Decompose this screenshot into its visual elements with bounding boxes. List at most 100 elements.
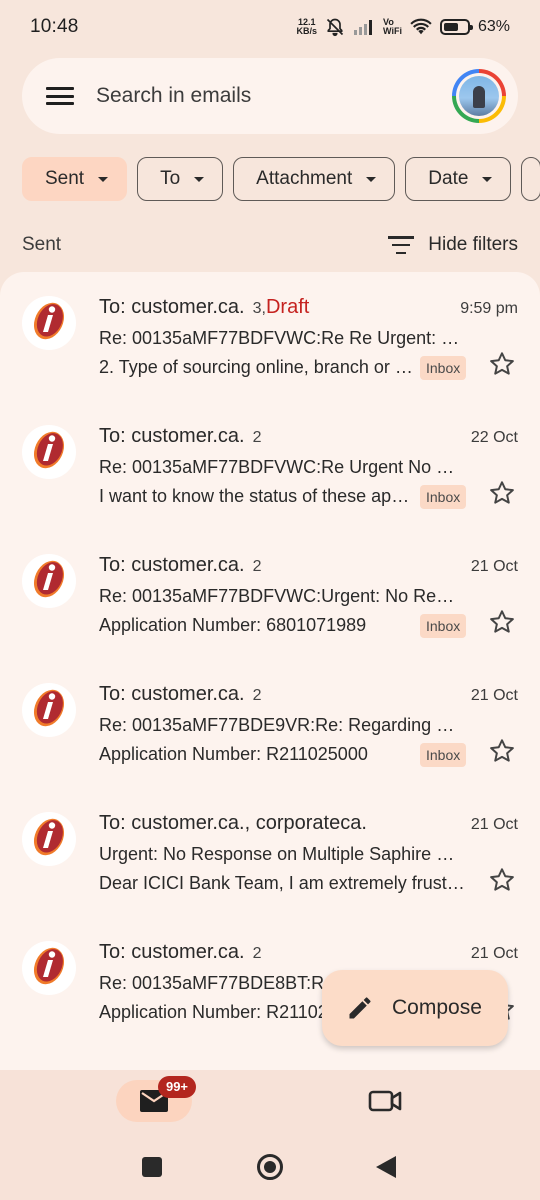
- recipients-text: To: customer.ca.: [99, 554, 245, 576]
- email-subject: Re: 00135aMF77BDFVWC:Re Urgent No Respon…: [99, 457, 463, 477]
- signal-icon: [354, 20, 373, 35]
- compose-label: Compose: [392, 996, 482, 1019]
- email-subject: Urgent: No Response on Multiple Saphire …: [99, 844, 463, 864]
- thread-count: 2: [252, 429, 262, 446]
- email-subject: Re: 00135aMF77BDFVWC:Re Re Urgent: No Re…: [99, 328, 463, 348]
- thread-count: 2: [252, 945, 262, 962]
- recipients-text: To: customer.ca., corporateca.: [99, 812, 367, 834]
- sender-avatar[interactable]: [22, 683, 76, 737]
- star-icon[interactable]: [488, 479, 516, 507]
- filter-icon: [388, 236, 415, 254]
- status-icons: 12.1 KB/s Vo WiFi 63%: [297, 17, 510, 37]
- recipients-text: To: customer.ca.: [99, 296, 245, 318]
- compose-button[interactable]: Compose: [322, 970, 508, 1046]
- email-date: 22 Oct: [470, 429, 518, 446]
- caret-down-icon: [366, 176, 377, 182]
- caret-down-icon: [98, 176, 109, 182]
- email-snippet: Application Number: 6801071989: [99, 615, 367, 635]
- email-recipients: To: customer.ca., corporateca.: [99, 812, 375, 835]
- email-row[interactable]: To: customer.ca. 2 21 Oct Re: 00135aMF77BDE…: [0, 659, 540, 788]
- status-time: 10:48: [30, 16, 79, 37]
- profile-photo: [459, 76, 499, 116]
- email-recipients: To: customer.ca. 2: [99, 683, 262, 706]
- sender-avatar[interactable]: [22, 941, 76, 995]
- menu-icon[interactable]: [46, 85, 74, 107]
- email-date: 21 Oct: [470, 816, 518, 833]
- bell-off-icon: [326, 18, 344, 37]
- chip-more[interactable]: [521, 157, 540, 201]
- chip-date[interactable]: Date: [405, 157, 512, 201]
- email-snippet: Dear ICICI Bank Team, I am extremely fru…: [99, 873, 467, 893]
- email-recipients: To: customer.ca. 2: [99, 554, 262, 577]
- icici-logo-icon: [27, 428, 71, 477]
- battery-icon: [439, 19, 473, 35]
- email-recipients: To: customer.ca. 3,Draft: [99, 296, 309, 319]
- thread-count: 3,: [252, 300, 266, 317]
- email-date: 9:59 pm: [460, 300, 518, 317]
- pencil-icon: [349, 997, 371, 1019]
- inbox-label-badge: Inbox: [420, 614, 467, 638]
- icici-logo-icon: [27, 686, 71, 735]
- email-subject: Re: 00135aMF77BDE9VR:Re: Regarding appli…: [99, 715, 463, 735]
- video-camera-icon[interactable]: [368, 1088, 402, 1114]
- email-subject: Re: 00135aMF77BDFVWC:Urgent: No Response…: [99, 586, 463, 606]
- email-snippet: 2. Type of sourcing online, branch or ag…: [99, 357, 413, 377]
- unread-badge: 99+: [158, 1076, 196, 1098]
- account-avatar[interactable]: [452, 69, 506, 123]
- home-button[interactable]: [257, 1154, 283, 1180]
- chip-attachment[interactable]: Attachment: [233, 157, 396, 201]
- thread-count: 2: [252, 558, 262, 575]
- recipients-text: To: customer.ca.: [99, 425, 245, 447]
- sender-avatar[interactable]: [22, 296, 76, 350]
- email-recipients: To: customer.ca. 2: [99, 941, 262, 964]
- recents-button[interactable]: [142, 1157, 162, 1177]
- vowifi-indicator: Vo WiFi: [383, 17, 402, 36]
- draft-label: Draft: [265, 296, 310, 318]
- bottom-nav: 99+: [0, 1070, 540, 1132]
- email-row[interactable]: To: customer.ca. 2 22 Oct Re: 00135aMF77BDF…: [0, 401, 540, 530]
- email-date: 21 Oct: [470, 945, 518, 962]
- email-list: To: customer.ca. 3,Draft 9:59 pm Re: 00135a…: [0, 272, 540, 1070]
- folder-row: Sent Hide filters: [22, 228, 518, 262]
- caret-down-icon: [194, 176, 205, 182]
- chip-to[interactable]: To: [137, 157, 224, 201]
- inbox-label-badge: Inbox: [420, 356, 467, 380]
- hide-filters-button[interactable]: Hide filters: [388, 234, 518, 256]
- network-speed: 12.1 KB/s: [296, 17, 318, 36]
- thread-count: 2: [252, 687, 262, 704]
- email-snippet: I want to know the status of these appli…: [99, 486, 413, 506]
- sender-avatar[interactable]: [22, 554, 76, 608]
- email-row[interactable]: To: customer.ca., corporateca. 21 Oct Urge…: [0, 788, 540, 917]
- email-row[interactable]: To: customer.ca. 2 21 Oct Re: 00135aMF77BDF…: [0, 530, 540, 659]
- sender-avatar[interactable]: [22, 812, 76, 866]
- star-icon[interactable]: [488, 608, 516, 636]
- status-bar: 10:48 12.1 KB/s Vo WiFi 63%: [0, 0, 540, 54]
- wifi-icon: [410, 18, 432, 35]
- email-date: 21 Oct: [470, 558, 518, 575]
- email-recipients: To: customer.ca. 2: [99, 425, 262, 448]
- inbox-label-badge: Inbox: [420, 485, 467, 509]
- sender-avatar[interactable]: [22, 425, 76, 479]
- chip-sent[interactable]: Sent: [22, 157, 128, 201]
- icici-logo-icon: [27, 944, 71, 993]
- star-icon[interactable]: [488, 737, 516, 765]
- battery-percent: 63%: [477, 18, 510, 35]
- search-bar[interactable]: Search in emails: [22, 58, 518, 134]
- icici-logo-icon: [27, 299, 71, 348]
- inbox-label-badge: Inbox: [420, 743, 467, 767]
- search-input[interactable]: Search in emails: [96, 84, 251, 108]
- system-nav-bar: [0, 1132, 540, 1200]
- email-date: 21 Oct: [470, 687, 518, 704]
- back-button[interactable]: [376, 1156, 396, 1178]
- filter-chips: Sent To Attachment Date: [22, 157, 540, 201]
- email-row[interactable]: To: customer.ca. 3,Draft 9:59 pm Re: 00135a…: [0, 272, 540, 401]
- icici-logo-icon: [27, 815, 71, 864]
- recipients-text: To: customer.ca.: [99, 941, 245, 963]
- star-icon[interactable]: [488, 350, 516, 378]
- star-icon[interactable]: [488, 866, 516, 894]
- folder-label: Sent: [22, 234, 62, 255]
- icici-logo-icon: [27, 557, 71, 606]
- caret-down-icon: [482, 176, 493, 182]
- recipients-text: To: customer.ca.: [99, 683, 245, 705]
- email-snippet: Application Number: R211025000: [99, 744, 368, 764]
